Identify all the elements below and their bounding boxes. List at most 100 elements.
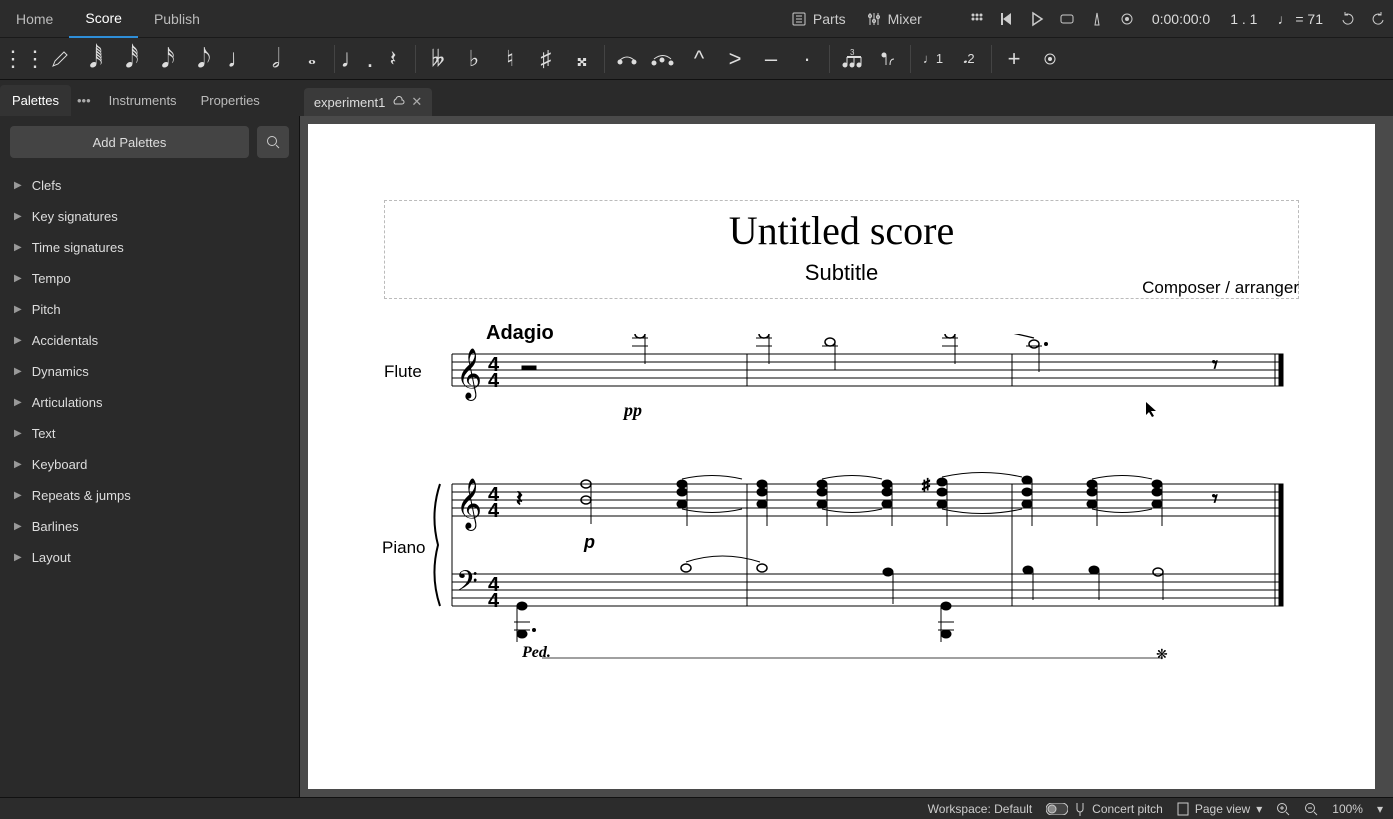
paneltab-menu-icon[interactable]: ••• <box>71 85 97 116</box>
palette-tempo[interactable]: ▶Tempo <box>10 263 289 294</box>
bass-clef-piano: 𝄢 <box>456 566 478 604</box>
palette-dynamics[interactable]: ▶Dynamics <box>10 356 289 387</box>
playback-settings-button[interactable] <box>1112 0 1142 38</box>
note-half[interactable]: 𝅗𝅥 <box>258 38 294 80</box>
palette-articulations[interactable]: ▶Articulations <box>10 387 289 418</box>
grip-icon[interactable] <box>962 0 992 38</box>
parts-button[interactable]: Parts <box>781 0 856 38</box>
position-display: 1 . 1 <box>1220 11 1267 27</box>
mixer-label: Mixer <box>888 11 922 27</box>
zoom-out-button[interactable] <box>1304 802 1318 816</box>
chevron-right-icon: ▶ <box>14 180 22 191</box>
palette-barlines[interactable]: ▶Barlines <box>10 511 289 542</box>
tie-icon[interactable] <box>609 38 645 80</box>
chevron-down-icon[interactable]: ▾ <box>1377 802 1383 816</box>
metronome-button[interactable] <box>1082 0 1112 38</box>
search-palettes-button[interactable] <box>257 126 289 158</box>
play-button[interactable] <box>1022 0 1052 38</box>
composer-text[interactable]: Composer / arranger <box>1142 278 1299 298</box>
staccato-icon[interactable]: · <box>789 38 825 80</box>
timecode-display: 0:00:00:0 <box>1142 11 1220 27</box>
chevron-right-icon: ▶ <box>14 366 22 377</box>
voice-1-button[interactable]: ♩1 <box>915 38 951 80</box>
zoom-out-icon <box>1304 802 1318 816</box>
concert-pitch-toggle[interactable]: Concert pitch <box>1046 802 1163 816</box>
close-tab-icon[interactable]: ✕ <box>411 94 422 110</box>
paneltab-properties[interactable]: Properties <box>189 85 272 116</box>
add-button[interactable]: + <box>996 38 1032 80</box>
score-title[interactable]: Untitled score <box>395 207 1288 254</box>
mouse-cursor-icon <box>1146 402 1158 418</box>
double-flat-icon[interactable]: 𝄫 <box>420 38 456 80</box>
file-tab[interactable]: experiment1 ✕ <box>304 88 432 116</box>
note-whole[interactable]: 𝅝 <box>294 38 330 80</box>
double-sharp-icon[interactable]: 𝄪 <box>564 38 600 80</box>
panel-tabs-row: Palettes ••• Instruments Properties expe… <box>0 80 1393 116</box>
view-mode-dropdown[interactable]: Page view ▾ <box>1177 802 1262 816</box>
zoom-in-button[interactable] <box>1276 802 1290 816</box>
toolbar-grip-icon[interactable]: ⋮⋮ <box>6 38 42 80</box>
mixer-icon <box>866 11 882 27</box>
note-16th[interactable]: 𝅘𝅥𝅯 <box>150 38 186 80</box>
top-menu-bar: Home Score Publish Parts Mixer 0:00:00:0… <box>0 0 1393 38</box>
tempo-display: ♩ = 71 <box>1267 11 1333 27</box>
score-page[interactable]: Untitled score Subtitle Composer / arran… <box>308 124 1375 789</box>
flute-staff <box>452 354 1282 386</box>
treble-clef-piano: 𝄞 <box>456 479 482 531</box>
paneltab-palettes[interactable]: Palettes <box>0 85 71 116</box>
note-32nd[interactable]: 𝅘𝅥𝅰 <box>114 38 150 80</box>
parts-icon <box>791 11 807 27</box>
note-8th[interactable]: 𝅘𝅥𝅮 <box>186 38 222 80</box>
tenuto-icon[interactable]: – <box>753 38 789 80</box>
svg-text:3: 3 <box>850 49 855 57</box>
chevron-right-icon: ▶ <box>14 304 22 315</box>
palette-keyboard[interactable]: ▶Keyboard <box>10 449 289 480</box>
piano-bass-notes <box>514 556 1163 642</box>
add-palettes-button[interactable]: Add Palettes <box>10 126 249 158</box>
flat-icon[interactable]: ♭ <box>456 38 492 80</box>
flip-direction-icon[interactable] <box>870 38 906 80</box>
zoom-level[interactable]: 100% <box>1332 802 1363 816</box>
mixer-button[interactable]: Mixer <box>856 0 932 38</box>
palette-clefs[interactable]: ▶Clefs <box>10 170 289 201</box>
palette-repeats-jumps[interactable]: ▶Repeats & jumps <box>10 480 289 511</box>
paneltab-instruments[interactable]: Instruments <box>97 85 189 116</box>
palette-key-signatures[interactable]: ▶Key signatures <box>10 201 289 232</box>
sharp-icon[interactable]: ♯ <box>528 38 564 80</box>
svg-text:4: 4 <box>488 370 500 392</box>
pencil-icon[interactable] <box>42 38 78 80</box>
palette-accidentals[interactable]: ▶Accidentals <box>10 325 289 356</box>
piano-treble-notes: 𝄽 ♯ <box>516 473 1218 527</box>
voice-2-button[interactable]: 𝅘2 <box>951 38 987 80</box>
redo-button[interactable] <box>1363 0 1393 38</box>
piano-bass-staff <box>452 574 1282 606</box>
score-canvas[interactable]: Untitled score Subtitle Composer / arran… <box>300 116 1393 797</box>
slur-icon[interactable] <box>645 38 681 80</box>
palette-text[interactable]: ▶Text <box>10 418 289 449</box>
main-area: Add Palettes ▶Clefs ▶Key signatures ▶Tim… <box>0 116 1393 797</box>
chevron-right-icon: ▶ <box>14 211 22 222</box>
tab-score[interactable]: Score <box>69 0 138 38</box>
loop-button[interactable] <box>1052 0 1082 38</box>
rewind-button[interactable] <box>992 0 1022 38</box>
accent-icon[interactable]: > <box>717 38 753 80</box>
toolbar-settings-icon[interactable] <box>1032 38 1068 80</box>
palette-layout[interactable]: ▶Layout <box>10 542 289 573</box>
tuplet-icon[interactable]: 3 <box>834 38 870 80</box>
marcato-icon[interactable]: ^ <box>681 38 717 80</box>
parts-label: Parts <box>813 11 846 27</box>
note-quarter[interactable]: ♩ <box>222 38 258 80</box>
palette-pitch[interactable]: ▶Pitch <box>10 294 289 325</box>
palette-time-signatures[interactable]: ▶Time signatures <box>10 232 289 263</box>
augmentation-dot[interactable]: ♩. <box>339 38 375 80</box>
rest-icon[interactable]: 𝄽 <box>375 38 411 80</box>
chevron-right-icon: ▶ <box>14 397 22 408</box>
chevron-right-icon: ▶ <box>14 273 22 284</box>
undo-button[interactable] <box>1333 0 1363 38</box>
note-64th[interactable]: 𝅘𝅥𝅱 <box>78 38 114 80</box>
tab-publish[interactable]: Publish <box>138 0 216 38</box>
natural-icon[interactable]: ♮ <box>492 38 528 80</box>
toggle-icon <box>1046 803 1068 815</box>
tab-home[interactable]: Home <box>0 0 69 38</box>
workspace-label[interactable]: Workspace: Default <box>928 802 1033 816</box>
